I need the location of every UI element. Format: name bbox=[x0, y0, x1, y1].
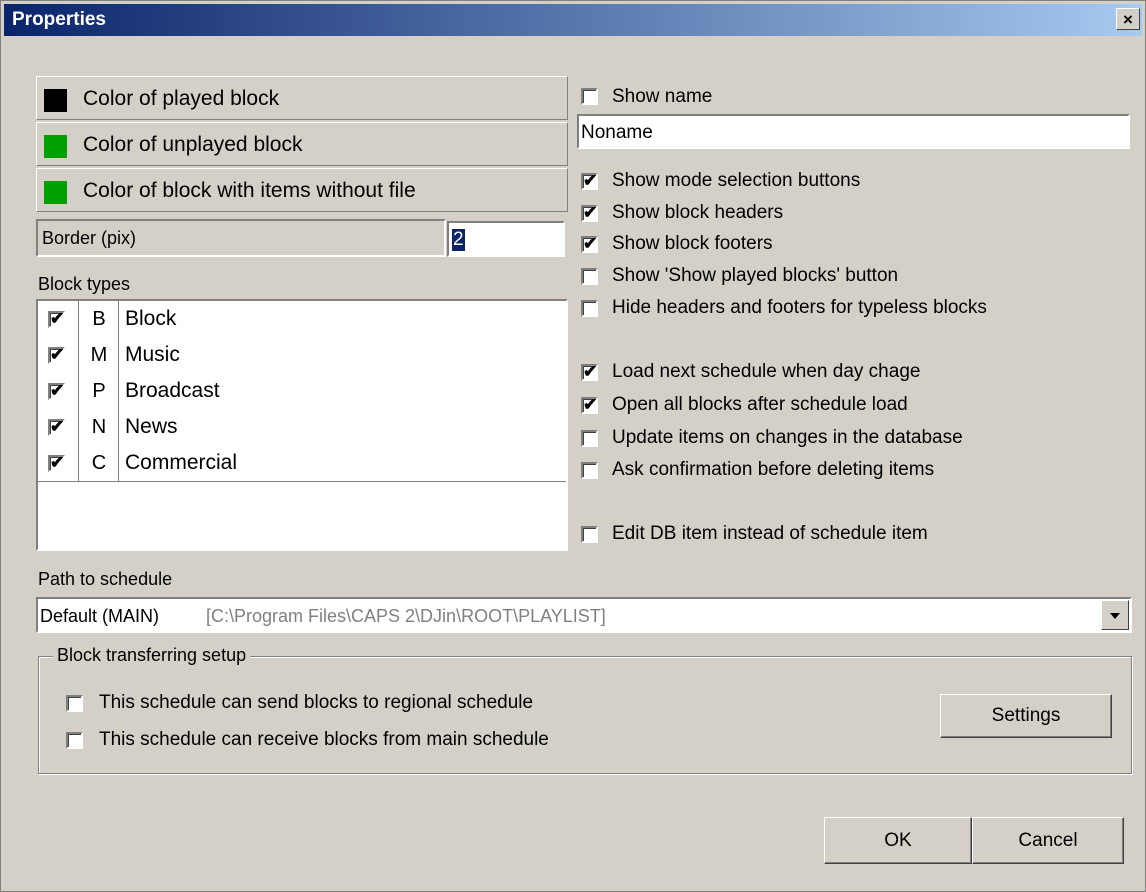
block-type-code: C bbox=[78, 445, 119, 481]
open-all-label: Open all blocks after schedule load bbox=[612, 394, 908, 415]
played-color-swatch bbox=[44, 89, 67, 112]
border-label: Border (pix) bbox=[42, 228, 137, 248]
send-blocks-checkbox[interactable] bbox=[66, 695, 83, 712]
block-footers-label: Show block footers bbox=[612, 233, 773, 254]
send-blocks-label: This schedule can send blocks to regiona… bbox=[99, 692, 534, 713]
close-icon[interactable]: × bbox=[1116, 8, 1140, 30]
block-headers-checkbox[interactable]: ✔ bbox=[581, 203, 598, 222]
check-icon: ✔ bbox=[50, 417, 65, 436]
hide-typeless-label: Hide headers and footers for typeless bl… bbox=[612, 297, 987, 318]
schedule-path-label: Path to schedule bbox=[38, 569, 173, 589]
block-type-checkbox[interactable]: ✔ bbox=[48, 381, 65, 400]
check-icon: ✔ bbox=[583, 171, 598, 190]
cancel-button[interactable]: Cancel bbox=[972, 817, 1124, 864]
block-footers-checkbox[interactable]: ✔ bbox=[581, 234, 598, 253]
properties-dialog: Properties × Color of played block Color… bbox=[0, 0, 1146, 892]
played-button-label: Show 'Show played blocks' button bbox=[612, 265, 899, 286]
name-value: Noname bbox=[581, 122, 653, 143]
unplayed-color-swatch bbox=[44, 135, 67, 158]
chevron-down-icon bbox=[1110, 613, 1120, 619]
border-input[interactable]: 2 bbox=[447, 221, 565, 257]
load-next-checkbox[interactable]: ✔ bbox=[581, 362, 598, 381]
border-value: 2 bbox=[452, 229, 465, 251]
ask-confirm-checkbox[interactable] bbox=[581, 462, 598, 479]
mode-buttons-checkbox[interactable]: ✔ bbox=[581, 171, 598, 190]
check-icon: ✔ bbox=[583, 362, 598, 381]
block-type-row[interactable]: ✔ P Broadcast bbox=[38, 373, 566, 409]
mode-buttons-label: Show mode selection buttons bbox=[612, 170, 861, 191]
dialog-title: Properties bbox=[12, 9, 106, 30]
check-icon: ✔ bbox=[50, 453, 65, 472]
without-file-color-swatch bbox=[44, 181, 67, 204]
without-file-color-button[interactable]: Color of block with items without file bbox=[36, 168, 568, 212]
block-type-name: News bbox=[118, 409, 565, 445]
block-type-name: Music bbox=[118, 337, 565, 373]
block-type-row[interactable]: ✔ N News bbox=[38, 409, 566, 445]
name-input[interactable]: Noname bbox=[577, 114, 1130, 149]
edit-db-checkbox[interactable] bbox=[581, 526, 598, 543]
transfer-legend: Block transferring setup bbox=[53, 645, 251, 666]
block-type-row[interactable]: ✔ C Commercial bbox=[38, 445, 566, 481]
update-items-label: Update items on changes in the database bbox=[612, 427, 963, 448]
check-icon: ✔ bbox=[50, 381, 65, 400]
show-name-checkbox[interactable] bbox=[581, 88, 598, 105]
schedule-path: [C:\Program Files\CAPS 2\DJin\ROOT\PLAYL… bbox=[206, 606, 606, 626]
block-headers-label: Show block headers bbox=[612, 202, 784, 223]
block-types-list[interactable]: ✔ B Block ✔ M Music ✔ P Broadcast ✔ N News ✔ C Commerc… bbox=[36, 299, 568, 551]
ok-button[interactable]: OK bbox=[824, 817, 972, 864]
block-type-row[interactable]: ✔ M Music bbox=[38, 337, 566, 373]
unplayed-color-label: Color of unplayed block bbox=[83, 133, 303, 156]
block-type-check-cell[interactable]: ✔ bbox=[38, 445, 78, 481]
settings-button[interactable]: Settings bbox=[940, 694, 1112, 738]
block-type-code: P bbox=[78, 373, 119, 409]
dropdown-button[interactable] bbox=[1101, 600, 1129, 630]
block-type-check-cell[interactable]: ✔ bbox=[38, 373, 78, 409]
block-type-name: Broadcast bbox=[118, 373, 565, 409]
block-type-name: Block bbox=[118, 301, 565, 337]
check-icon: ✔ bbox=[583, 203, 598, 222]
ask-confirm-label: Ask confirmation before deleting items bbox=[612, 459, 935, 480]
show-name-label: Show name bbox=[612, 86, 713, 107]
open-all-checkbox[interactable]: ✔ bbox=[581, 395, 598, 414]
block-type-code: B bbox=[78, 301, 119, 337]
receive-blocks-checkbox[interactable] bbox=[66, 732, 83, 749]
unplayed-color-button[interactable]: Color of unplayed block bbox=[36, 122, 568, 166]
played-color-label: Color of played block bbox=[83, 87, 280, 110]
block-type-code: N bbox=[78, 409, 119, 445]
played-color-button[interactable]: Color of played block bbox=[36, 76, 568, 120]
load-next-label: Load next schedule when day chage bbox=[612, 361, 921, 382]
schedule-select[interactable]: Default (MAIN) [C:\Program Files\CAPS 2\… bbox=[36, 597, 1132, 633]
update-items-checkbox[interactable] bbox=[581, 430, 598, 447]
list-divider bbox=[38, 481, 566, 482]
block-type-check-cell[interactable]: ✔ bbox=[38, 301, 78, 337]
check-icon: ✔ bbox=[583, 395, 598, 414]
border-label-panel: Border (pix) bbox=[36, 219, 446, 257]
edit-db-label: Edit DB item instead of schedule item bbox=[612, 523, 928, 544]
check-icon: ✔ bbox=[50, 309, 65, 328]
hide-typeless-checkbox[interactable] bbox=[581, 300, 598, 317]
block-type-checkbox[interactable]: ✔ bbox=[48, 417, 65, 436]
schedule-value: Default (MAIN) bbox=[40, 606, 160, 626]
block-type-row[interactable]: ✔ B Block bbox=[38, 301, 566, 337]
block-type-checkbox[interactable]: ✔ bbox=[48, 309, 65, 328]
check-icon: ✔ bbox=[50, 345, 65, 364]
block-type-check-cell[interactable]: ✔ bbox=[38, 337, 78, 373]
check-icon: ✔ bbox=[583, 234, 598, 253]
block-type-code: M bbox=[78, 337, 119, 373]
block-type-name: Commercial bbox=[118, 445, 565, 481]
block-type-checkbox[interactable]: ✔ bbox=[48, 345, 65, 364]
block-type-check-cell[interactable]: ✔ bbox=[38, 409, 78, 445]
title-bar[interactable]: Properties × bbox=[4, 4, 1142, 36]
receive-blocks-label: This schedule can receive blocks from ma… bbox=[99, 729, 549, 750]
block-types-label: Block types bbox=[38, 274, 131, 294]
played-button-checkbox[interactable] bbox=[581, 268, 598, 285]
without-file-color-label: Color of block with items without file bbox=[83, 179, 416, 202]
block-type-checkbox[interactable]: ✔ bbox=[48, 453, 65, 472]
